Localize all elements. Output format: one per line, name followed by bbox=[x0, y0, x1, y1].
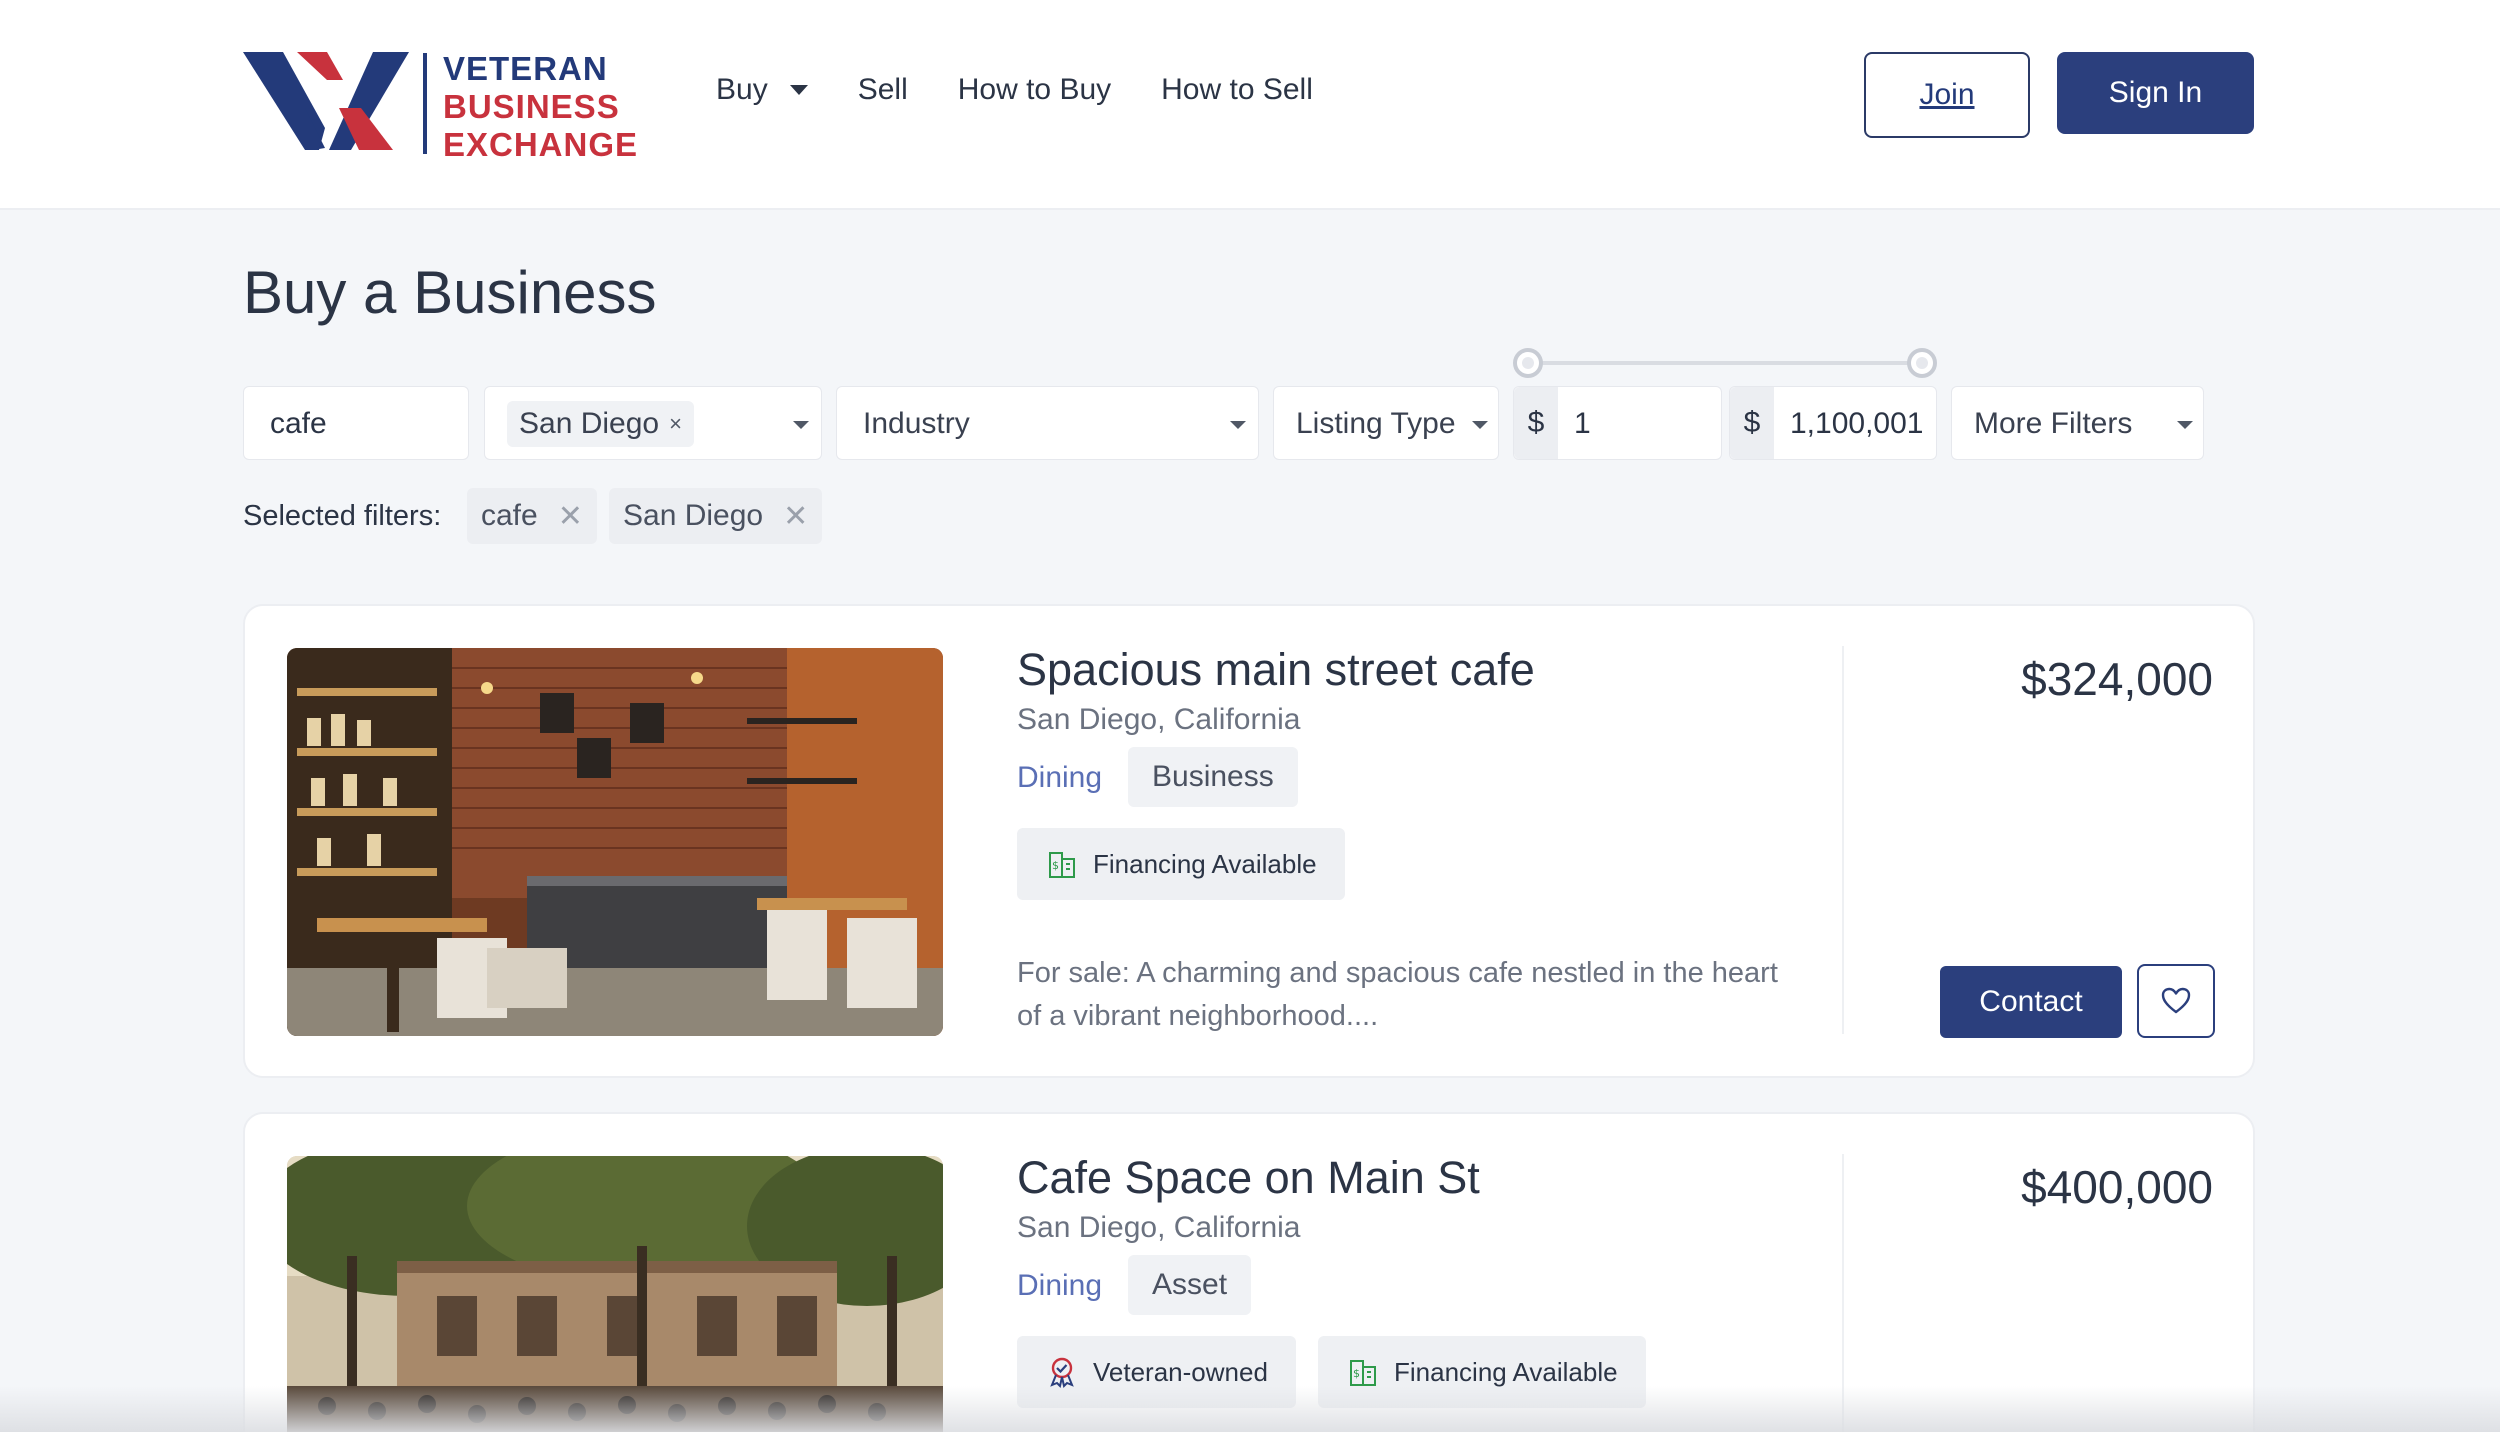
financing-building-icon: $ bbox=[1049, 852, 1075, 878]
logo-word-veteran: VETERAN bbox=[443, 50, 608, 87]
industry-dropdown-caret-icon bbox=[1230, 421, 1246, 429]
listing-industry-link[interactable]: Dining bbox=[1017, 761, 1102, 795]
logo-wordmark: VETERAN BUSINESS EXCHANGE bbox=[443, 50, 638, 164]
more-filters-label: More Filters bbox=[1974, 407, 2133, 440]
location-chip: San Diego × bbox=[507, 401, 694, 447]
price-range-max-handle[interactable] bbox=[1907, 348, 1937, 378]
card-divider bbox=[1842, 646, 1844, 1034]
logo-v-mark-icon bbox=[243, 52, 409, 150]
svg-text:$: $ bbox=[1052, 859, 1059, 872]
financing-available-label: Financing Available bbox=[1394, 1356, 1618, 1387]
listing-type-tag: Business bbox=[1128, 747, 1298, 807]
page-title: Buy a Business bbox=[243, 259, 657, 326]
veteran-ribbon-icon bbox=[1050, 1357, 1074, 1388]
listing-type-dropdown-caret-icon bbox=[1472, 421, 1488, 429]
site-header: VETERAN BUSINESS EXCHANGE Buy Sell How t… bbox=[0, 0, 2500, 210]
nav-item-sell[interactable]: Sell bbox=[858, 73, 908, 107]
industry-placeholder: Industry bbox=[863, 407, 970, 440]
more-filters-select[interactable]: More Filters bbox=[1951, 386, 2204, 460]
nav-item-buy[interactable]: Buy bbox=[716, 73, 808, 107]
price-max-currency: $ bbox=[1730, 387, 1774, 459]
keyword-search-input[interactable]: cafe bbox=[243, 386, 469, 460]
price-min-input[interactable]: $ 1 bbox=[1513, 386, 1722, 460]
listing-price: $400,000 bbox=[2021, 1161, 2213, 1213]
listing-description: For sale: A charming and spacious cafe n… bbox=[1017, 957, 1778, 1032]
selected-filter-chip-label: cafe bbox=[481, 499, 538, 532]
listing-price: $324,000 bbox=[2021, 653, 2213, 705]
sign-in-button[interactable]: Sign In bbox=[2057, 52, 2254, 134]
listing-location: San Diego, California bbox=[1017, 703, 1301, 736]
caret-down-icon bbox=[789, 85, 808, 95]
favorite-button[interactable] bbox=[2137, 964, 2215, 1038]
contact-button[interactable]: Contact bbox=[1940, 966, 2122, 1038]
more-filters-caret-icon bbox=[2177, 421, 2193, 429]
logo-divider bbox=[423, 53, 427, 154]
price-range-track[interactable] bbox=[1528, 361, 1922, 365]
remove-filter-icon[interactable]: ✕ bbox=[558, 499, 583, 534]
keyword-value: cafe bbox=[270, 407, 327, 440]
price-min-value: 1 bbox=[1574, 407, 1591, 440]
financing-building-icon: $ bbox=[1350, 1360, 1376, 1386]
logo-word-exchange: EXCHANGE bbox=[443, 126, 639, 163]
scroll-fade bbox=[0, 1386, 2500, 1432]
veteran-owned-label: Veteran-owned bbox=[1093, 1356, 1268, 1387]
listing-card[interactable]: Cafe Space on Main St San Diego, Califor… bbox=[243, 1112, 2255, 1432]
financing-available-label: Financing Available bbox=[1093, 848, 1317, 879]
price-max-input[interactable]: $ 1,100,001 bbox=[1729, 386, 1937, 460]
selected-filters-label: Selected filters: bbox=[243, 500, 442, 532]
cafe-interior-photo bbox=[287, 648, 943, 1036]
listing-type-tag: Asset bbox=[1128, 1255, 1252, 1315]
listing-industry-link[interactable]: Dining bbox=[1017, 1269, 1102, 1303]
listing-title[interactable]: Spacious main street cafe bbox=[1017, 644, 1535, 696]
listing-type-select[interactable]: Listing Type bbox=[1273, 386, 1499, 460]
svg-text:$: $ bbox=[1353, 1367, 1360, 1380]
listing-card[interactable]: Spacious main street cafe San Diego, Cal… bbox=[243, 604, 2255, 1078]
listing-type-placeholder: Listing Type bbox=[1296, 407, 1456, 440]
listing-title[interactable]: Cafe Space on Main St bbox=[1017, 1152, 1480, 1204]
selected-filter-chip: cafe ✕ bbox=[467, 488, 597, 544]
veteran-business-exchange-logo[interactable]: VETERAN BUSINESS EXCHANGE bbox=[243, 50, 643, 163]
heart-icon bbox=[2161, 987, 2191, 1014]
financing-available-badge: $ Financing Available bbox=[1017, 828, 1345, 900]
location-select[interactable]: San Diego × bbox=[484, 386, 822, 460]
nav-item-how-to-sell[interactable]: How to Sell bbox=[1161, 73, 1313, 107]
price-min-currency: $ bbox=[1514, 387, 1558, 459]
price-max-value: 1,100,001 bbox=[1790, 407, 1924, 440]
nav-item-how-to-buy[interactable]: How to Buy bbox=[958, 73, 1111, 107]
listing-image-cafe-interior[interactable] bbox=[287, 648, 943, 1036]
industry-select[interactable]: Industry bbox=[836, 386, 1259, 460]
listing-location: San Diego, California bbox=[1017, 1211, 1301, 1244]
main-nav: Buy Sell How to Buy How to Sell bbox=[716, 73, 1363, 107]
location-chip-label: San Diego bbox=[519, 407, 660, 440]
logo-word-business: BUSINESS bbox=[443, 88, 620, 125]
location-dropdown-caret-icon bbox=[793, 421, 809, 429]
join-button[interactable]: Join bbox=[1864, 52, 2030, 138]
selected-filter-chip: San Diego ✕ bbox=[609, 488, 823, 544]
price-range-min-handle[interactable] bbox=[1513, 348, 1543, 378]
selected-filter-chip-label: San Diego bbox=[623, 499, 764, 532]
nav-item-buy-label: Buy bbox=[716, 73, 768, 106]
location-chip-remove-icon[interactable]: × bbox=[669, 411, 682, 437]
remove-filter-icon[interactable]: ✕ bbox=[783, 499, 808, 534]
